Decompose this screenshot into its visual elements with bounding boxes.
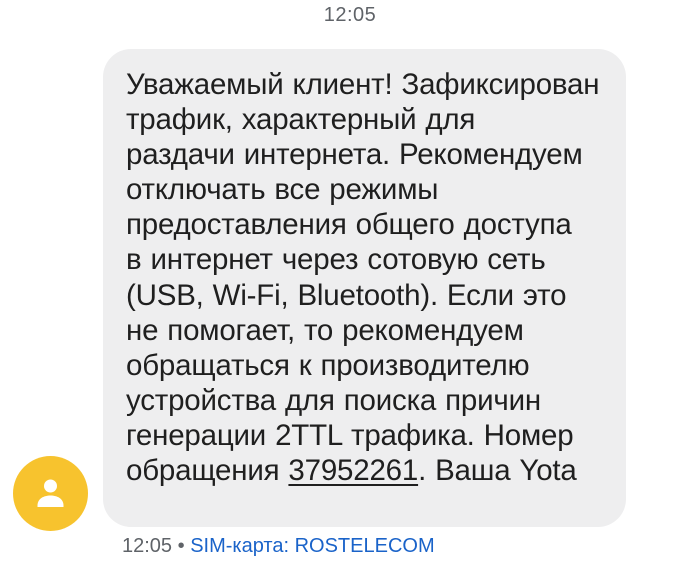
message-line: (USB, Wi-Fi, Bluetooth). Если это <box>126 278 567 312</box>
message-last-suffix: . Ваша Yota <box>418 454 577 488</box>
message-line: раздачи интернета. Рекомендуем <box>126 138 583 172</box>
message-line: в интернет через сотовую сеть <box>126 243 546 277</box>
person-icon <box>37 479 64 507</box>
message-bubble[interactable]: Уважаемый клиент! Зафиксирован трафик, х… <box>103 49 626 527</box>
ticket-number-link[interactable]: 37952261 <box>288 454 418 487</box>
message-line: отключать все режимы <box>126 173 439 207</box>
sim-label: SIM-карта: ROSTELECOM <box>190 535 435 557</box>
sender-avatar[interactable] <box>13 456 88 531</box>
message-line: Уважаемый клиент! Зафиксирован <box>126 68 600 101</box>
message-line: обращаться к производителю <box>126 348 530 382</box>
message-line: устройства для поиска причин <box>126 383 541 417</box>
message-text: Уважаемый клиент! Зафиксирован трафик, х… <box>126 67 614 488</box>
message-last-prefix: обращения <box>126 454 280 488</box>
message-line: генерации 2TTL трафика. Номер <box>126 418 574 452</box>
message-line: не помогает, то рекомендуем <box>126 313 524 347</box>
message-timestamp-header: 12:05 <box>323 4 377 26</box>
message-line: трафик, характерный для <box>126 103 476 137</box>
message-line-last: обращения 37952261. Ваша Yota <box>126 453 614 488</box>
message-time: 12:05 <box>122 535 173 557</box>
meta-separator: • <box>177 535 185 557</box>
message-meta: 12:05 • SIM-карта: ROSTELECOM <box>122 535 435 558</box>
message-line: предоставления общего доступа <box>126 208 572 242</box>
